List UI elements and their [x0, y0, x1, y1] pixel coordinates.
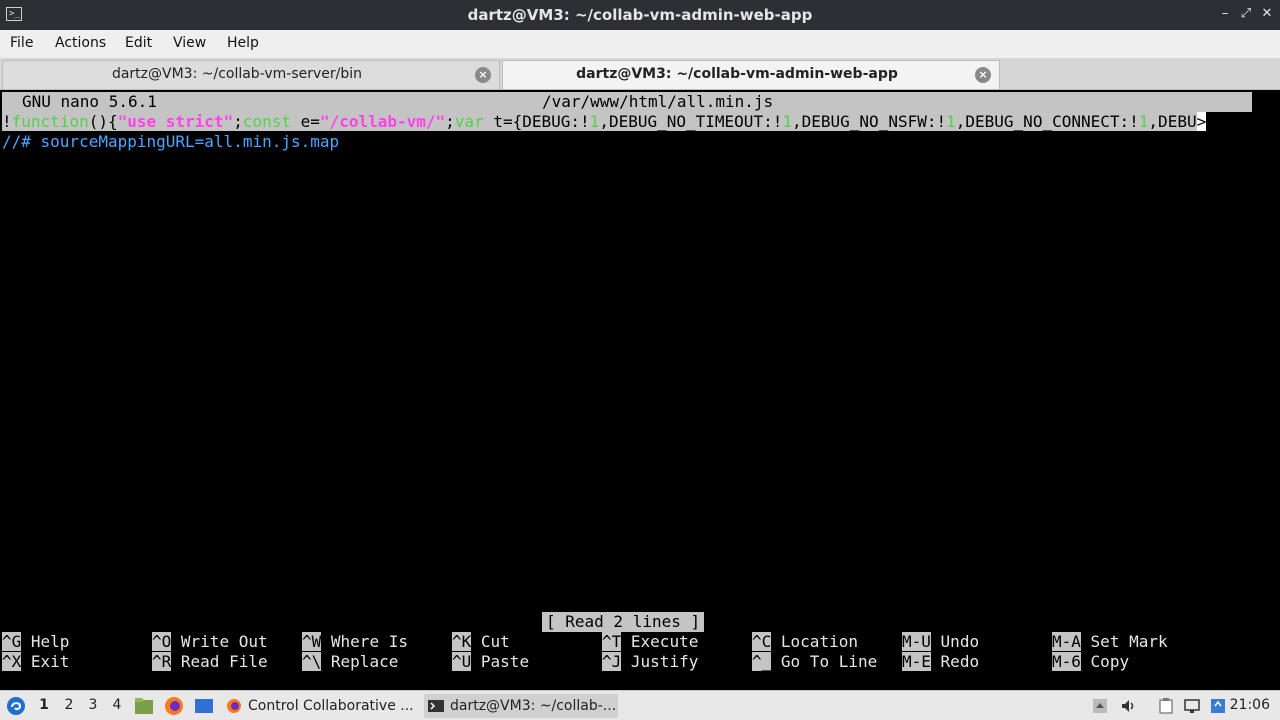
shortcut-help: ^G Help [2, 632, 70, 651]
code-token: ; [233, 112, 243, 131]
window-title: dartz@VM3: ~/collab-vm-admin-web-app [467, 6, 813, 24]
shortcut-undo: M-U Undo [902, 632, 980, 651]
code-token: var [454, 112, 484, 131]
code-token: 1 [946, 112, 956, 131]
nano-filename: /var/www/html/all.min.js [542, 92, 774, 111]
tab-close-icon[interactable]: × [975, 67, 991, 83]
code-line-1[interactable]: !function(){"use strict";const e="/colla… [2, 112, 1252, 132]
close-window-button[interactable]: ✕ [1258, 5, 1276, 23]
menu-bar: File Actions Edit View Help [0, 30, 1280, 58]
code-token: ; [445, 112, 455, 131]
shortcut-redo: M-E Redo [902, 652, 980, 671]
shortcut-justify: ^J Justify [602, 652, 699, 671]
line-overflow-indicator: > [1196, 112, 1207, 131]
tab-collab-vm-server[interactable]: dartz@VM3: ~/collab-vm-server/bin × [2, 60, 500, 89]
shortcut-paste: ^U Paste [452, 652, 530, 671]
desktop-2-button[interactable]: 2 [60, 697, 78, 713]
taskbar-item-label: Control Collaborative ... [248, 698, 414, 714]
code-token: 1 [782, 112, 792, 131]
menu-help[interactable]: Help [227, 35, 259, 51]
code-token: const [242, 112, 292, 131]
nano-header-bar: GNU nano 5.6.1 /var/www/html/all.min.js [2, 92, 1252, 112]
code-line-2[interactable]: //# sourceMappingURL=all.min.js.map [2, 132, 339, 152]
code-token: function [11, 112, 89, 131]
clock[interactable]: 21:06 [1230, 697, 1270, 713]
code-token: ,DEBU [1148, 112, 1197, 131]
shortcut-location: ^C Location [752, 632, 858, 651]
taskbar-item-firefox[interactable]: Control Collaborative ... [222, 694, 418, 718]
start-menu-icon[interactable] [6, 696, 26, 716]
menu-file[interactable]: File [10, 35, 33, 51]
code-token: ,DEBUG_NO_NSFW:! [791, 112, 947, 131]
code-token: (){ [88, 112, 118, 131]
shortcut-cut: ^K Cut [452, 632, 510, 651]
shortcut-exit: ^X Exit [2, 652, 70, 671]
clipboard-icon[interactable] [1158, 698, 1174, 714]
code-token: "/collab-vm/" [319, 112, 446, 131]
desktop-1-button[interactable]: 1 [35, 697, 53, 713]
shortcut-write-out: ^O Write Out [152, 632, 268, 651]
code-token: e= [291, 112, 320, 131]
menu-view[interactable]: View [173, 35, 206, 51]
tab-label: dartz@VM3: ~/collab-vm-server/bin [111, 66, 363, 82]
network-icon[interactable] [1184, 698, 1200, 714]
taskbar-item-label: dartz@VM3: ~/collab-... [450, 698, 617, 714]
taskbar-panel: 1 2 3 4 Control Collaborative ... dartz@… [0, 690, 1280, 720]
terminal-area[interactable]: GNU nano 5.6.1 /var/www/html/all.min.js … [2, 92, 1278, 688]
code-token: ,DEBUG_NO_TIMEOUT:! [599, 112, 783, 131]
menu-edit[interactable]: Edit [125, 35, 152, 51]
code-token: ,DEBUG_NO_CONNECT:! [955, 112, 1139, 131]
shortcut-set-mark: M-A Set Mark [1052, 632, 1168, 651]
tab-collab-vm-admin-web-app[interactable]: dartz@VM3: ~/collab-vm-admin-web-app × [502, 60, 1000, 89]
desktop-3-button[interactable]: 3 [84, 697, 102, 713]
tab-close-icon[interactable]: × [475, 67, 491, 83]
window-titlebar: >_ dartz@VM3: ~/collab-vm-admin-web-app … [0, 0, 1280, 30]
shortcut-execute: ^T Execute [602, 632, 699, 651]
code-token: t={DEBUG:! [483, 112, 590, 131]
terminal-icon [428, 698, 444, 714]
update-notifier-icon[interactable] [1210, 698, 1226, 714]
tab-bar: dartz@VM3: ~/collab-vm-server/bin × dart… [0, 58, 1280, 90]
nano-version: GNU nano 5.6.1 [22, 92, 157, 111]
minimize-button[interactable]: – [1216, 5, 1234, 23]
desktop-4-button[interactable]: 4 [108, 697, 126, 713]
code-token: "use strict" [117, 112, 234, 131]
menu-actions[interactable]: Actions [55, 35, 106, 51]
maximize-button[interactable]: ⤢ [1237, 5, 1255, 23]
code-token: ! [2, 112, 12, 131]
shortcut-replace: ^\ Replace [302, 652, 399, 671]
nano-status-message: [ Read 2 lines ] [542, 612, 705, 632]
shortcut-read-file: ^R Read File [152, 652, 268, 671]
volume-icon[interactable] [1120, 698, 1136, 714]
shortcut-go-to-line: ^_ Go To Line [752, 652, 878, 671]
tab-label: dartz@VM3: ~/collab-vm-admin-web-app [576, 66, 898, 82]
firefox-icon [226, 698, 242, 714]
code-token: 1 [1138, 112, 1149, 131]
shortcut-copy: M-6 Copy [1052, 652, 1130, 671]
code-token: 1 [589, 112, 600, 131]
shortcut-where-is: ^W Where Is [302, 632, 408, 651]
taskbar-item-terminal[interactable]: dartz@VM3: ~/collab-... [424, 694, 618, 718]
firefox-launcher-icon[interactable] [164, 696, 184, 716]
tray-up-arrow-icon[interactable] [1092, 698, 1108, 714]
file-manager-icon[interactable] [134, 697, 154, 715]
show-desktop-icon[interactable] [194, 697, 214, 715]
